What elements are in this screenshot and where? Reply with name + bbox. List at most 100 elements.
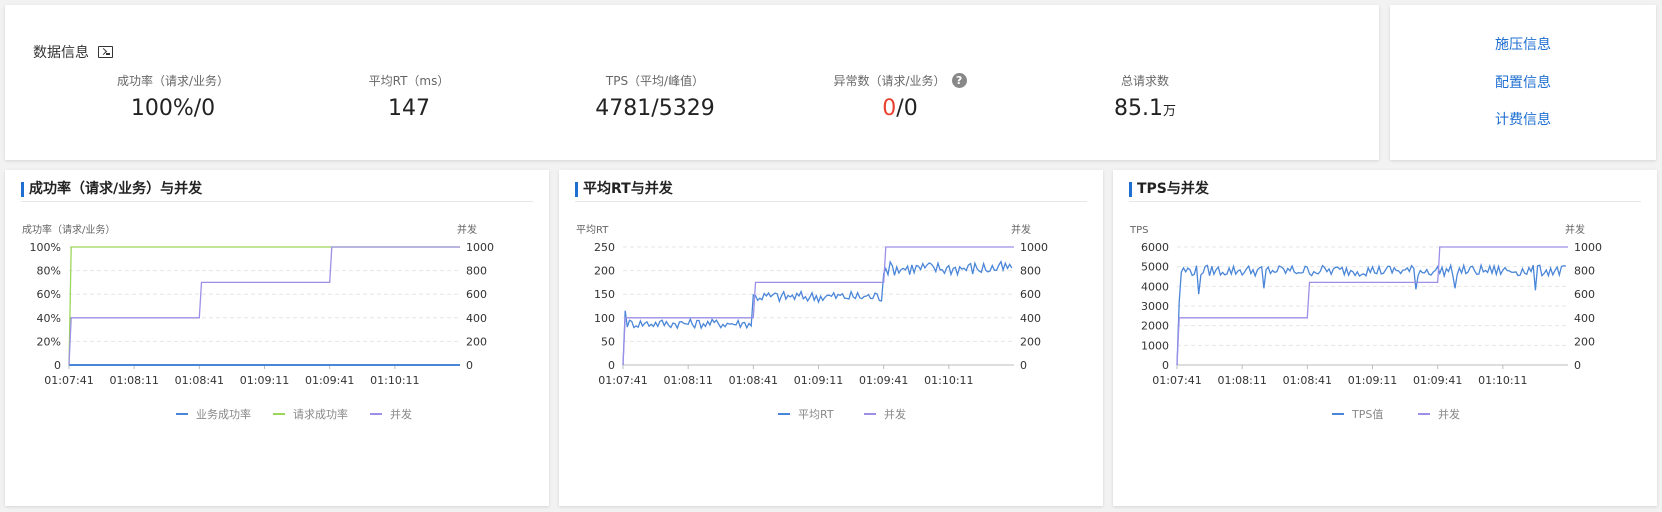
series-line	[622, 259, 1013, 366]
y-left-tick-label: 100%	[30, 241, 61, 254]
y-left-tick-label: 20%	[37, 335, 61, 348]
right-axis-label: 并发	[1565, 223, 1585, 236]
y-right-tick-label: 600	[1020, 288, 1041, 301]
y-left-tick-label: 4000	[1141, 280, 1169, 293]
y-left-tick-label: 1000	[1141, 339, 1169, 352]
legend-label[interactable]: 并发	[884, 407, 906, 421]
metric-label: 总请求数	[1120, 73, 1169, 88]
y-right-tick-label: 1000	[1574, 241, 1602, 254]
chart-card-avg-rt: 平均RT与并发 平均RT 并发 0 50 100 150 200 250 0 200 400 600 8…	[559, 170, 1103, 506]
y-right-tick-label: 600	[1574, 288, 1595, 301]
y-left-tick-label: 0	[608, 359, 615, 372]
total-requests-number: 85.1	[1114, 96, 1163, 121]
x-tick-label: 01:08:11	[109, 374, 158, 387]
y-right-tick-label: 400	[1020, 312, 1041, 325]
y-right-tick-label: 200	[466, 335, 487, 348]
x-tick-label: 01:09:11	[794, 374, 843, 387]
x-tick-label: 01:07:41	[598, 374, 647, 387]
links-panel: 施压信息 配置信息 计费信息	[1390, 5, 1656, 160]
y-left-tick-label: 0	[1162, 359, 1169, 372]
link-config-info[interactable]: 配置信息	[1390, 72, 1656, 92]
legend-label[interactable]: 并发	[1438, 407, 1460, 421]
legend-label[interactable]: 业务成功率	[196, 407, 251, 421]
y-right-tick-label: 0	[466, 359, 473, 372]
terminal-icon[interactable]	[98, 46, 113, 58]
metric-tps: TPS（平均/峰值） 4781/5329	[545, 72, 765, 122]
success-rate-chart: 成功率（请求/业务） 并发 0 20% 40% 60% 80% 100% 0 200 400 600 8…	[22, 223, 494, 421]
y-left-tick-label: 40%	[37, 312, 61, 325]
metric-value: 100%/0	[130, 96, 216, 121]
legend-label[interactable]: 请求成功率	[293, 407, 348, 421]
x-tick-label: 01:08:11	[663, 374, 712, 387]
y-right-tick-label: 400	[1574, 312, 1595, 325]
y-left-tick-label: 200	[594, 265, 615, 278]
metric-value: 0/0	[790, 96, 1010, 121]
y-left-tick-label: 250	[594, 241, 615, 254]
x-tick-label: 01:10:11	[1478, 374, 1527, 387]
y-left-tick-label: 100	[594, 312, 615, 325]
y-right-tick-label: 800	[1574, 265, 1595, 278]
metric-success-rate: 成功率（请求/业务） 100%/0	[63, 72, 283, 122]
series-line	[622, 246, 1014, 366]
x-tick-label: 01:09:41	[305, 374, 354, 387]
x-tick-label: 01:10:11	[924, 374, 973, 387]
metric-value: 4781/5329	[595, 96, 715, 121]
total-requests-unit: 万	[1162, 104, 1176, 119]
x-tick-label: 01:08:11	[1217, 374, 1266, 387]
series-line	[68, 246, 460, 366]
metric-label: TPS（平均/峰值）	[605, 73, 705, 88]
y-left-tick-label: 80%	[37, 265, 61, 278]
x-tick-label: 01:09:41	[1413, 374, 1462, 387]
help-icon[interactable]: ?	[951, 72, 967, 88]
x-tick-label: 01:07:41	[1152, 374, 1201, 387]
x-tick-label: 01:08:41	[175, 374, 224, 387]
right-axis-label: 并发	[457, 223, 477, 236]
metric-value: 85.1万	[1035, 96, 1255, 121]
metric-exceptions: 异常数（请求/业务） ? 0/0	[790, 72, 1010, 121]
legend-label[interactable]: TPS值	[1351, 408, 1383, 421]
y-right-tick-label: 400	[466, 312, 487, 325]
chart-card-success-rate: 成功率（请求/业务）与并发 成功率（请求/业务） 并发 0 20% 40% 60% 80% 1…	[5, 170, 549, 506]
y-left-tick-label: 2000	[1141, 320, 1169, 333]
tps-chart: TPS 并发 0 1000 2000 3000 4000 5000 6000 0 200 400 600…	[1129, 223, 1602, 421]
link-load-info[interactable]: 施压信息	[1390, 34, 1656, 54]
y-right-tick-label: 200	[1020, 335, 1041, 348]
y-left-tick-label: 50	[601, 335, 615, 348]
y-right-tick-label: 1000	[1020, 241, 1048, 254]
left-axis-label: TPS	[1129, 225, 1149, 236]
exception-business-count: /0	[896, 96, 918, 121]
y-right-tick-label: 800	[1020, 265, 1041, 278]
metric-avg-rt: 平均RT（ms） 147	[299, 72, 519, 122]
metric-total-requests: 总请求数 85.1万	[1035, 72, 1255, 122]
series-line	[1176, 262, 1566, 366]
exception-request-count: 0	[882, 96, 897, 121]
left-axis-label: 成功率（请求/业务）	[22, 223, 115, 236]
right-axis-label: 并发	[1011, 223, 1031, 236]
x-tick-label: 01:08:41	[729, 374, 778, 387]
y-right-tick-label: 800	[466, 265, 487, 278]
y-left-tick-label: 0	[54, 359, 61, 372]
x-tick-label: 01:10:11	[370, 374, 419, 387]
y-left-tick-label: 150	[594, 288, 615, 301]
x-tick-label: 01:09:11	[1348, 374, 1397, 387]
metric-label: 成功率（请求/业务）	[116, 73, 230, 88]
x-tick-label: 01:09:41	[859, 374, 908, 387]
legend-label[interactable]: 平均RT	[798, 408, 834, 421]
left-axis-label: 平均RT	[576, 224, 609, 236]
y-right-tick-label: 600	[466, 288, 487, 301]
y-left-tick-label: 6000	[1141, 241, 1169, 254]
legend-label[interactable]: 并发	[390, 407, 412, 421]
x-tick-label: 01:07:41	[44, 374, 93, 387]
x-tick-label: 01:08:41	[1283, 374, 1332, 387]
data-info-panel: 数据信息 成功率（请求/业务） 100%/0 平均RT（ms） 147 TPS（…	[5, 5, 1379, 160]
metric-value: 147	[388, 96, 430, 121]
link-billing-info[interactable]: 计费信息	[1390, 109, 1656, 129]
y-right-tick-label: 0	[1574, 359, 1581, 372]
avg-rt-chart: 平均RT 并发 0 50 100 150 200 250 0 200 400 600 800 1000 01…	[576, 223, 1048, 421]
series-line	[68, 246, 460, 366]
data-info-title-text: 数据信息	[33, 45, 89, 61]
y-right-tick-label: 200	[1574, 335, 1595, 348]
metric-label: 平均RT（ms）	[368, 73, 450, 88]
y-left-tick-label: 60%	[37, 288, 61, 301]
y-left-tick-label: 5000	[1141, 261, 1169, 274]
